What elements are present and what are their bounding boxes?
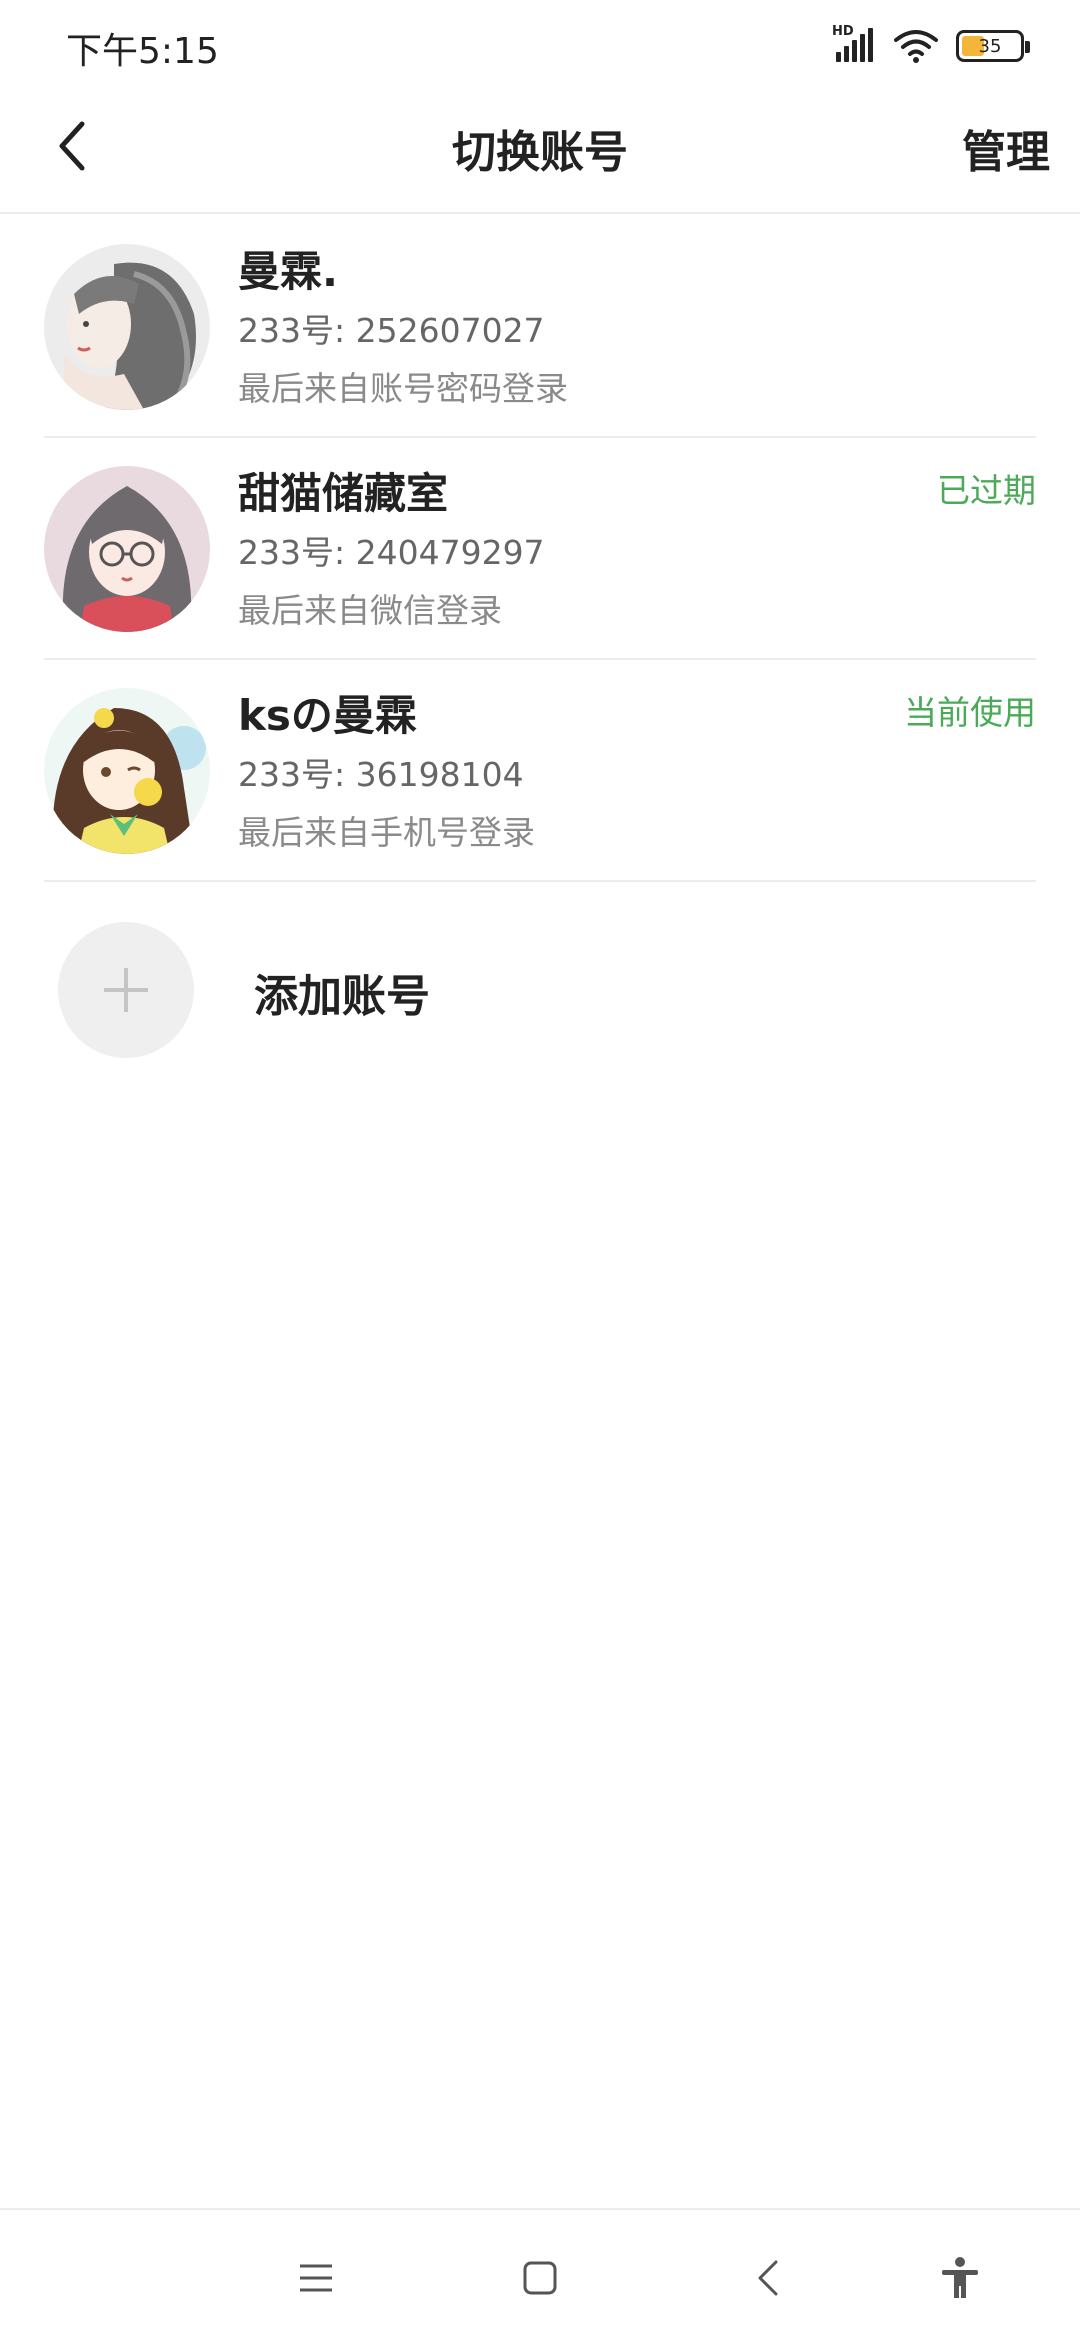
- switch-account-screen: 下午5:15 HD 35 切换账号 管理 曼霖. 233号: 252607027…: [0, 0, 1080, 2340]
- account-login-method: 最后来自账号密码登录: [238, 369, 568, 408]
- page-title: 切换账号: [452, 127, 628, 178]
- account-list: 曼霖. 233号: 252607027 最后来自账号密码登录 甜猫储藏室 233…: [0, 216, 1080, 882]
- manage-button[interactable]: 管理: [962, 116, 1050, 180]
- home-button[interactable]: [512, 2250, 568, 2306]
- account-id: 233号: 240479297: [238, 533, 545, 572]
- avatar: [44, 688, 210, 854]
- avatar: [44, 466, 210, 632]
- accessibility-button[interactable]: [932, 2250, 988, 2306]
- back-nav-button[interactable]: [740, 2250, 796, 2306]
- home-square-icon: [523, 2261, 557, 2295]
- signal-hd-label: HD: [832, 24, 854, 39]
- status-bar: 下午5:15 HD 35: [0, 0, 1080, 90]
- add-account-label: 添加账号: [254, 971, 430, 1022]
- signal-icon: HD: [832, 24, 876, 64]
- menu-button[interactable]: [288, 2250, 344, 2306]
- account-name: ksの曼霖: [238, 691, 417, 740]
- status-icons: HD 35: [832, 24, 1030, 64]
- status-time: 下午5:15: [66, 31, 219, 72]
- system-nav-bar: [0, 2208, 1080, 2340]
- account-status: 当前使用: [904, 693, 1036, 732]
- account-item[interactable]: 甜猫储藏室 233号: 240479297 最后来自微信登录 已过期: [0, 438, 1080, 660]
- account-status: 已过期: [937, 471, 1036, 510]
- add-account-button[interactable]: 添加账号: [0, 880, 1080, 1058]
- account-name: 曼霖.: [238, 247, 338, 296]
- back-triangle-icon: [758, 2260, 778, 2296]
- battery-level: 35: [978, 35, 1002, 57]
- account-login-method: 最后来自手机号登录: [238, 813, 535, 852]
- app-header: 切换账号 管理: [0, 90, 1080, 214]
- wifi-icon: [894, 30, 938, 63]
- account-item[interactable]: ksの曼霖 233号: 36198104 最后来自手机号登录 当前使用: [0, 660, 1080, 882]
- battery-icon: 35: [956, 30, 1030, 62]
- plus-icon: [58, 922, 194, 1058]
- account-id: 233号: 36198104: [238, 755, 524, 794]
- menu-icon: [300, 2264, 332, 2292]
- accessibility-icon: [942, 2257, 978, 2298]
- account-item[interactable]: 曼霖. 233号: 252607027 最后来自账号密码登录: [0, 216, 1080, 438]
- account-name: 甜猫储藏室: [238, 469, 449, 518]
- avatar: [44, 244, 210, 410]
- account-id: 233号: 252607027: [238, 311, 545, 350]
- account-login-method: 最后来自微信登录: [238, 591, 502, 630]
